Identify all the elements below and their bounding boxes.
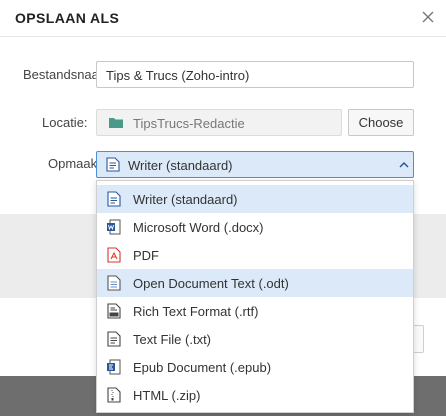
format-option-label: Microsoft Word (.docx) xyxy=(133,220,264,235)
format-option-pdf[interactable]: PDF xyxy=(97,241,413,269)
save-as-dialog: OPSLAAN ALS Bestandsnaam: Tips & Trucs (… xyxy=(0,0,446,416)
close-icon[interactable] xyxy=(418,7,438,27)
format-select[interactable]: Writer (standaard) xyxy=(96,151,414,178)
format-option-odt[interactable]: Open Document Text (.odt) xyxy=(97,269,413,297)
dialog-title: OPSLAAN ALS xyxy=(15,10,120,26)
chevron-up-icon xyxy=(399,161,409,168)
format-option-label: Text File (.txt) xyxy=(133,332,212,347)
format-option-label: Rich Text Format (.rtf) xyxy=(133,304,259,319)
format-option-writer[interactable]: Writer (standaard) xyxy=(97,185,413,213)
filename-input[interactable]: Tips & Trucs (Zoho-intro) xyxy=(96,61,414,88)
format-option-label: HTML (.zip) xyxy=(133,388,201,403)
format-option-epub[interactable]: Epub Document (.epub) xyxy=(97,353,413,381)
folder-icon xyxy=(109,118,123,128)
format-option-label: Epub Document (.epub) xyxy=(133,360,272,375)
filename-label: Bestandsnaam: xyxy=(23,67,96,82)
format-option-html-zip[interactable]: HTML (.zip) xyxy=(97,381,413,409)
format-option-docx[interactable]: Microsoft Word (.docx) xyxy=(97,213,413,241)
format-option-label: Open Document Text (.odt) xyxy=(133,276,289,291)
dialog-header: OPSLAAN ALS xyxy=(0,0,446,37)
format-label: Opmaak: xyxy=(48,156,101,171)
format-dropdown-menu: Writer (standaard) Microsoft Word (.docx… xyxy=(96,180,414,413)
rtf-icon xyxy=(107,303,121,319)
location-field: TipsTrucs-Redactie xyxy=(96,109,342,136)
word-doc-icon xyxy=(107,219,121,235)
pdf-icon xyxy=(107,247,121,263)
format-option-label: PDF xyxy=(133,248,159,263)
format-selected-value: Writer (standaard) xyxy=(128,158,233,173)
location-value: TipsTrucs-Redactie xyxy=(133,116,245,131)
format-option-rtf[interactable]: Rich Text Format (.rtf) xyxy=(97,297,413,325)
format-option-label: Writer (standaard) xyxy=(133,192,238,207)
choose-button[interactable]: Choose xyxy=(348,109,414,136)
epub-icon xyxy=(107,359,121,375)
odt-icon xyxy=(107,275,121,291)
writer-doc-icon xyxy=(106,157,120,172)
format-option-txt[interactable]: Text File (.txt) xyxy=(97,325,413,353)
html-zip-icon xyxy=(107,387,121,403)
writer-doc-icon xyxy=(107,191,121,207)
txt-icon xyxy=(107,331,121,347)
location-label: Locatie: xyxy=(42,115,88,130)
